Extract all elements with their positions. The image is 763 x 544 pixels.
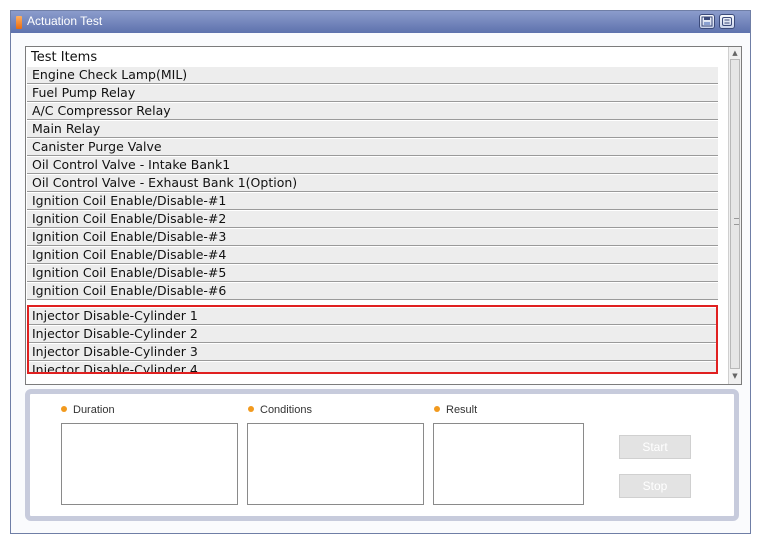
- vertical-scrollbar[interactable]: ▲ ▼: [728, 47, 741, 384]
- duration-label: Duration: [73, 404, 115, 416]
- list-item[interactable]: Ignition Coil Enable/Disable-#6: [27, 283, 718, 300]
- result-box[interactable]: [433, 423, 584, 505]
- duration-box[interactable]: [61, 423, 238, 505]
- test-items-list: Test Items Engine Check Lamp(MIL) Fuel P…: [25, 46, 742, 385]
- conditions-box[interactable]: [247, 423, 424, 505]
- list-item[interactable]: Ignition Coil Enable/Disable-#5: [27, 265, 718, 282]
- stop-button[interactable]: Stop: [619, 474, 691, 498]
- list-item[interactable]: Ignition Coil Enable/Disable-#4: [27, 247, 718, 264]
- list-item[interactable]: Injector Disable-Cylinder 3: [27, 344, 718, 361]
- list-header: Test Items: [31, 50, 98, 65]
- list-item[interactable]: Oil Control Valve - Intake Bank1: [27, 157, 718, 174]
- scrollbar-thumb[interactable]: [730, 59, 740, 369]
- grip-icon: [734, 218, 739, 225]
- list-item[interactable]: Injector Disable-Cylinder 2: [27, 326, 718, 343]
- list-item[interactable]: Ignition Coil Enable/Disable-#3: [27, 229, 718, 246]
- conditions-label: Conditions: [260, 404, 312, 416]
- bullet-icon: [248, 406, 254, 412]
- list-item[interactable]: Injector Disable-Cylinder 4: [27, 362, 718, 373]
- list-item[interactable]: Ignition Coil Enable/Disable-#1: [27, 193, 718, 210]
- list-item[interactable]: Main Relay: [27, 121, 718, 138]
- bullet-icon: [61, 406, 67, 412]
- actuation-test-window: Actuation Test Test Items Engine Check L…: [10, 10, 751, 534]
- list-item[interactable]: Ignition Coil Enable/Disable-#2: [27, 211, 718, 228]
- app-icon: [16, 16, 22, 29]
- list-item[interactable]: A/C Compressor Relay: [27, 103, 718, 120]
- list-item[interactable]: Injector Disable-Cylinder 1: [27, 308, 718, 325]
- scroll-up-icon[interactable]: ▲: [730, 48, 740, 58]
- control-panel: Duration Conditions Result Start Stop: [25, 389, 739, 521]
- title-bar: Actuation Test: [11, 11, 750, 33]
- result-label: Result: [446, 404, 478, 416]
- list-item[interactable]: Canister Purge Valve: [27, 139, 718, 156]
- conditions-heading: Conditions: [248, 404, 312, 416]
- start-button[interactable]: Start: [619, 435, 691, 459]
- scroll-down-icon[interactable]: ▼: [730, 371, 740, 381]
- list-item[interactable]: Engine Check Lamp(MIL): [27, 67, 718, 84]
- duration-heading: Duration: [61, 404, 115, 416]
- window-title: Actuation Test: [27, 14, 103, 28]
- bullet-icon: [434, 406, 440, 412]
- list-item[interactable]: Fuel Pump Relay: [27, 85, 718, 102]
- save-icon[interactable]: [699, 14, 715, 29]
- menu-icon[interactable]: [719, 14, 735, 29]
- list-item[interactable]: Oil Control Valve - Exhaust Bank 1(Optio…: [27, 175, 718, 192]
- result-heading: Result: [434, 404, 477, 416]
